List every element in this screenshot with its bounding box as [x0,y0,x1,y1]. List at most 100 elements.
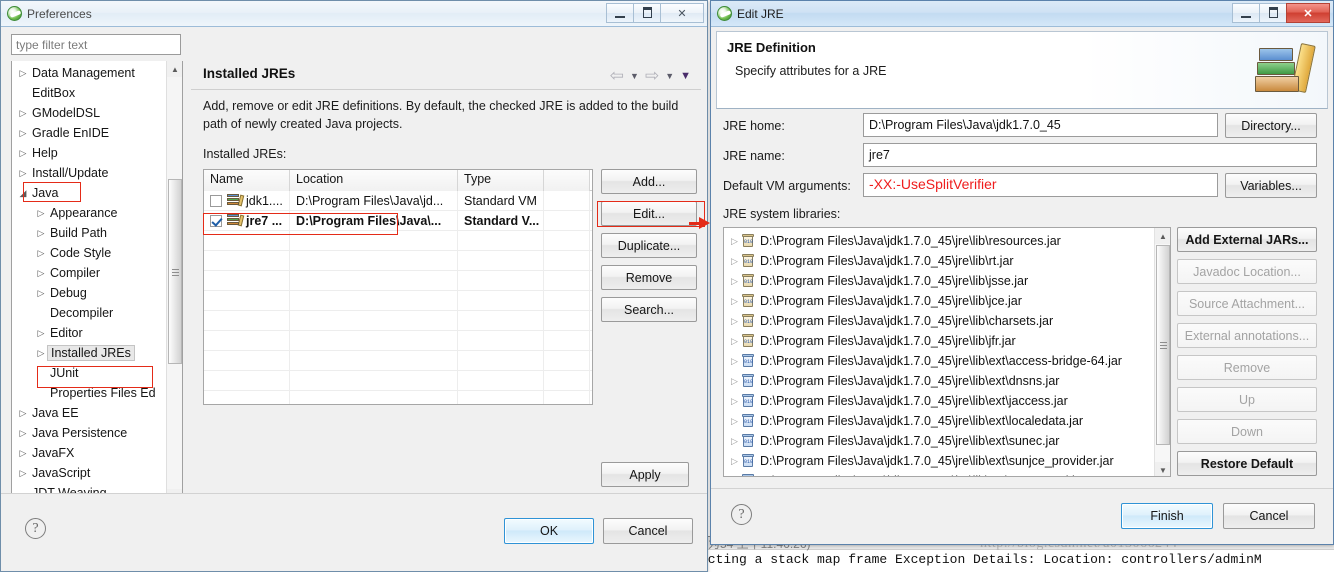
jre-checkbox[interactable] [210,194,222,207]
sidebar-item-java-persistence[interactable]: ▷ Java Persistence [12,423,165,443]
sidebar-item-build-path[interactable]: ▷ Build Path [12,223,165,243]
sidebar-item-javafx[interactable]: ▷ JavaFX [12,443,165,463]
preferences-titlebar[interactable]: Preferences ✕ [1,1,707,27]
directory-button[interactable]: Directory... [1225,113,1317,138]
duplicate-button[interactable]: Duplicate... [601,233,697,258]
close-icon[interactable]: ✕ [1286,3,1330,23]
library-list-item[interactable]: ▷010 D:\Program Files\Java\jdk1.7.0_45\jr… [724,391,1170,411]
sidebar-item-gradle-enide[interactable]: ▷ Gradle EnIDE [12,123,165,143]
jre-location-cell[interactable]: D:\Program Files\Java\jd... [290,190,458,211]
twisty-collapsed-icon[interactable]: ▷ [34,268,48,279]
sidebar-item-data-management[interactable]: ▷ Data Management [12,63,165,83]
library-list-item[interactable]: ▷010 D:\Program Files\Java\jdk1.7.0_45\jr… [724,411,1170,431]
library-list-item[interactable]: ▷010 D:\Program Files\Java\jdk1.7.0_45\jr… [724,311,1170,331]
minimize-icon[interactable] [1232,3,1260,23]
jre-name-cell[interactable]: jre7 ... [204,210,290,231]
variables-button[interactable]: Variables... [1225,173,1317,198]
twisty-collapsed-icon[interactable]: ▷ [728,476,741,477]
sidebar-item-appearance[interactable]: ▷ Appearance [12,203,165,223]
ok-button[interactable]: OK [504,518,594,544]
library-list-item[interactable]: ▷010 D:\Program Files\Java\jdk1.7.0_45\jr… [724,231,1170,251]
library-items[interactable]: ▷ 010 D:\Program Files\Java\jdk1.7.0_45\jr… [724,228,1170,477]
twisty-collapsed-icon[interactable]: ▷ [34,208,48,219]
tree-scroll-thumb[interactable] [168,179,182,364]
twisty-collapsed-icon[interactable]: ▷ [16,408,30,419]
jre-name-cell[interactable]: jdk1.... [204,190,290,211]
twisty-collapsed-icon[interactable]: ▷ [16,448,30,459]
edit-jre-titlebar[interactable]: Edit JRE ✕ [711,1,1333,27]
table-column-header[interactable]: Name [204,170,290,191]
library-list-item[interactable]: ▷010 D:\Program Files\Java\jdk1.7.0_45\jr… [724,371,1170,391]
twisty-collapsed-icon[interactable]: ▷ [34,228,48,239]
twisty-collapsed-icon[interactable]: ▷ [728,396,741,407]
sidebar-item-editor[interactable]: ▷ Editor [12,323,165,343]
restore-default-button[interactable]: Restore Default [1177,451,1317,476]
sidebar-item-java[interactable]: ◢ Java [12,183,165,203]
edit-button[interactable]: Edit... [601,201,697,226]
back-chevron-down-icon[interactable]: ▼ [630,71,639,81]
twisty-collapsed-icon[interactable]: ▷ [16,428,30,439]
twisty-expanded-icon[interactable]: ◢ [16,188,30,199]
jre-checkbox[interactable] [210,214,222,227]
cancel-button[interactable]: Cancel [1223,503,1315,529]
forward-arrow-icon[interactable]: ⇨ [645,67,659,84]
preferences-tree[interactable]: ▷Data Management·EditBox▷GModelDSL▷Gradl… [12,63,165,503]
scroll-down-icon[interactable]: ▼ [1155,462,1170,476]
back-arrow-icon[interactable]: ⇦ [610,67,624,84]
jre-type-cell[interactable]: Standard VM [458,190,544,211]
twisty-collapsed-icon[interactable]: ▷ [728,456,741,467]
twisty-collapsed-icon[interactable]: ▷ [728,316,741,327]
apply-button[interactable]: Apply [601,462,689,487]
sidebar-item-properties-files-ed[interactable]: ·Properties Files Ed [12,383,165,403]
table-row[interactable]: jdk1.... D:\Program Files\Java\jd... Stand… [204,190,592,211]
table-column-header[interactable] [544,170,590,191]
twisty-collapsed-icon[interactable]: ▷ [728,416,741,427]
libraries-scroll-thumb[interactable] [1156,245,1170,445]
view-menu-icon[interactable]: ▼ [680,70,691,82]
library-list-item[interactable]: ▷010 D:\Program Files\Java\jdk1.7.0_45\jr… [724,431,1170,451]
sidebar-item-editbox[interactable]: ·EditBox [12,83,165,103]
twisty-collapsed-icon[interactable]: ▷ [728,356,741,367]
sidebar-item-compiler[interactable]: ▷ Compiler [12,263,165,283]
library-list-item[interactable]: ▷010 D:\Program Files\Java\jdk1.7.0_45\jr… [724,451,1170,471]
twisty-collapsed-icon[interactable]: ▷ [34,248,48,259]
twisty-collapsed-icon[interactable]: ▷ [16,68,30,79]
default-vm-arguments-input[interactable]: -XX:-UseSplitVerifier [863,173,1218,197]
tree-vertical-scrollbar[interactable]: ▲ ▼ [166,61,182,505]
maximize-icon[interactable] [1259,3,1287,23]
question-mark-icon[interactable]: ? [731,504,752,525]
table-column-header[interactable]: Type [458,170,544,191]
jre-system-libraries-list[interactable]: ▷ 010 D:\Program Files\Java\jdk1.7.0_45\jr… [723,227,1171,477]
library-list-item[interactable]: ▷010 D:\Program Files\Java\jdk1.7.0_45\jr… [724,331,1170,351]
sidebar-item-java-ee[interactable]: ▷ Java EE [12,403,165,423]
jre-location-cell[interactable]: D:\Program Files\Java\... [290,210,458,231]
library-list-item[interactable]: ▷010 D:\Program Files\Java\jdk1.7.0_45\jr… [724,271,1170,291]
twisty-collapsed-icon[interactable]: ▷ [16,108,30,119]
twisty-collapsed-icon[interactable]: ▷ [34,328,48,339]
twisty-collapsed-icon[interactable]: ▷ [16,168,30,179]
library-list-item[interactable]: ▷010 D:\Program Files\Java\jdk1.7.0_45\jr… [724,251,1170,271]
finish-button[interactable]: Finish [1121,503,1213,529]
add-external-jars-button[interactable]: Add External JARs... [1177,227,1317,252]
twisty-collapsed-icon[interactable]: ▷ [16,468,30,479]
twisty-collapsed-icon[interactable]: ▷ [728,236,741,247]
cancel-button[interactable]: Cancel [603,518,693,544]
table-column-header[interactable]: Location [290,170,458,191]
table-row[interactable]: jre7 ... D:\Program Files\Java\... Standar… [204,210,592,231]
twisty-collapsed-icon[interactable]: ▷ [728,436,741,447]
sidebar-item-installed-jres[interactable]: ▷ Installed JREs [12,343,165,363]
twisty-collapsed-icon[interactable]: ▷ [728,376,741,387]
jre-home-input[interactable]: D:\Program Files\Java\jdk1.7.0_45 [863,113,1218,137]
sidebar-item-javascript[interactable]: ▷ JavaScript [12,463,165,483]
table-body[interactable]: jdk1.... D:\Program Files\Java\jd... Stand… [204,190,592,404]
question-mark-icon[interactable]: ? [25,518,46,539]
maximize-icon[interactable] [633,3,661,23]
jre-name-input[interactable]: jre7 [863,143,1317,167]
twisty-collapsed-icon[interactable]: ▷ [16,148,30,159]
sidebar-item-install-update[interactable]: ▷ Install/Update [12,163,165,183]
library-list-item[interactable]: ▷010 D:\Program Files\Java\jdk1.7.0_45\jr… [724,471,1170,477]
forward-chevron-down-icon[interactable]: ▼ [665,71,674,81]
twisty-collapsed-icon[interactable]: ▷ [728,296,741,307]
sidebar-item-gmodeldsl[interactable]: ▷ GModelDSL [12,103,165,123]
sidebar-item-junit[interactable]: ·JUnit [12,363,165,383]
